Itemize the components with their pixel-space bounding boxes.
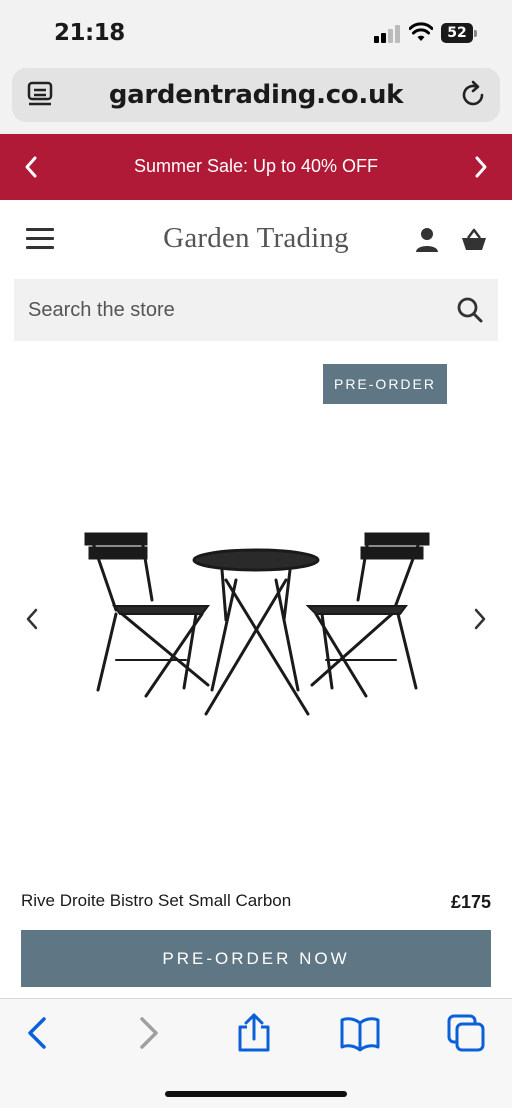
- home-indicator[interactable]: [165, 1091, 347, 1097]
- address-bar[interactable]: gardentrading.co.uk: [12, 68, 500, 122]
- chevron-right-icon[interactable]: [470, 152, 492, 182]
- signal-icon: [374, 25, 402, 43]
- bistro-set-image[interactable]: [76, 520, 436, 720]
- product-name: Rive Droite Bistro Set Small Carbon: [21, 891, 292, 910]
- account-icon[interactable]: [414, 226, 440, 254]
- forward-icon[interactable]: [128, 1013, 168, 1053]
- promo-banner: Summer Sale: Up to 40% OFF: [0, 134, 512, 200]
- search-icon[interactable]: [456, 296, 484, 324]
- url-text[interactable]: gardentrading.co.uk: [12, 80, 500, 110]
- preorder-now-button[interactable]: PRE-ORDER NOW: [21, 930, 491, 987]
- back-icon[interactable]: [18, 1013, 58, 1053]
- reload-icon[interactable]: [458, 80, 488, 110]
- status-bar: 21:18 52: [0, 0, 512, 66]
- search-input[interactable]: [28, 279, 448, 341]
- browser-address-area: gardentrading.co.uk: [0, 66, 512, 134]
- gallery-prev-icon[interactable]: [22, 605, 42, 633]
- basket-icon[interactable]: [460, 228, 488, 252]
- status-time: 21:18: [54, 20, 125, 46]
- site-header: Garden Trading: [0, 200, 512, 278]
- preorder-badge: PRE-ORDER: [323, 364, 447, 404]
- bookmarks-icon[interactable]: [340, 1013, 380, 1053]
- battery-icon: 52: [441, 23, 477, 43]
- promo-text[interactable]: Summer Sale: Up to 40% OFF: [0, 156, 512, 177]
- share-icon[interactable]: [234, 1013, 274, 1053]
- battery-level: 52: [441, 23, 473, 43]
- browser-toolbar: [0, 998, 512, 1108]
- wifi-icon: [409, 22, 433, 41]
- product-price: £175: [450, 892, 491, 912]
- search-bar: [14, 279, 498, 341]
- tabs-icon[interactable]: [446, 1013, 486, 1053]
- gallery-next-icon[interactable]: [470, 605, 490, 633]
